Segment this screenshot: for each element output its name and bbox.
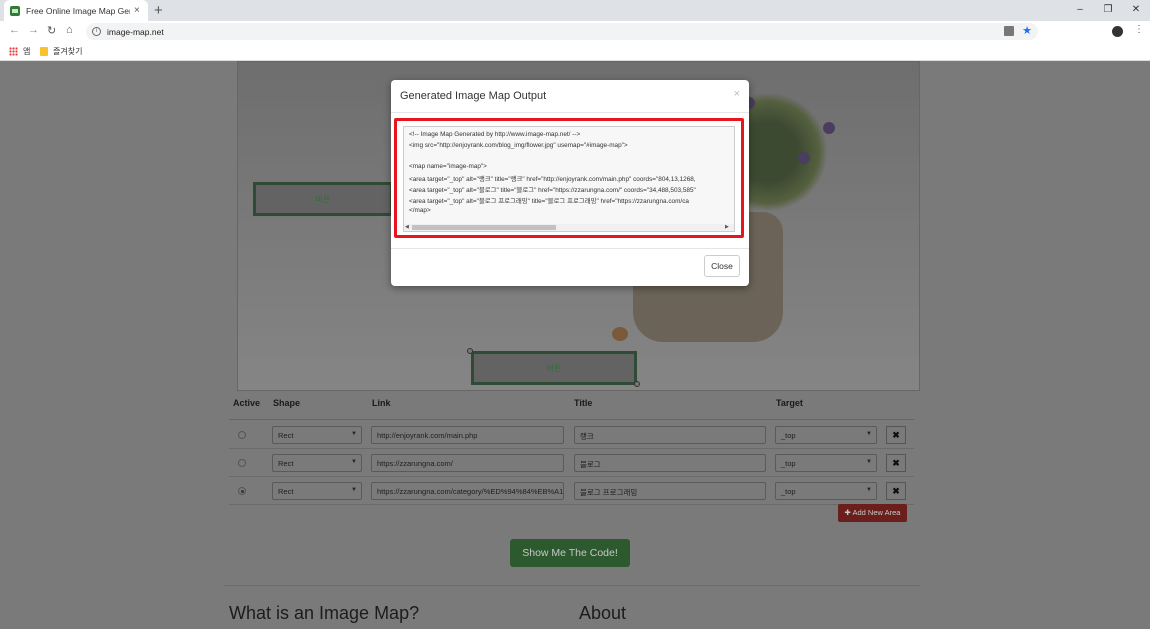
new-tab-button[interactable]: + [154, 2, 163, 19]
bookmarks-bar: 앱 즐겨찾기 [0, 42, 1150, 61]
shape-select[interactable]: Rect ▼ [272, 454, 362, 472]
title-input[interactable]: 랭크 [574, 426, 766, 444]
bookmark-star-icon[interactable]: ★ [1022, 24, 1032, 37]
map-area-box[interactable]: 버튼 [253, 182, 393, 216]
scrollbar-thumb[interactable] [412, 225, 556, 230]
site-favicon-icon [10, 5, 20, 16]
table-header: Active Shape Link Title Target [229, 398, 914, 420]
delete-area-button[interactable]: ✖ [886, 426, 906, 444]
code-line: <area target="_top" alt="블로그" title="블로그… [409, 187, 696, 194]
modal-footer-divider [391, 248, 749, 249]
shell-image [612, 327, 628, 341]
title-input[interactable]: 블로그 프로그래밍 [574, 482, 766, 500]
reload-icon[interactable]: ↻ [47, 24, 56, 37]
scroll-right-icon[interactable]: ▶ [725, 224, 729, 230]
target-select[interactable]: _top ▼ [775, 426, 877, 444]
code-line: <area target="_top" alt="랭크" title="랭크" … [409, 176, 696, 183]
code-line: </map> [409, 207, 431, 214]
resize-handle[interactable] [634, 381, 640, 387]
caret-down-icon: ▼ [866, 431, 872, 437]
shape-select[interactable]: Rect ▼ [272, 426, 362, 444]
header-link: Link [372, 398, 391, 408]
browser-menu-icon[interactable]: ⋮ [1134, 24, 1144, 35]
header-active: Active [233, 398, 261, 408]
target-select[interactable]: _top ▼ [775, 454, 877, 472]
active-radio[interactable] [238, 487, 246, 495]
show-code-button[interactable]: Show Me The Code! [510, 539, 630, 567]
browser-tab[interactable]: Free Online Image Map Generator × [4, 0, 148, 21]
header-title: Title [574, 398, 593, 408]
resize-handle[interactable] [467, 348, 473, 354]
translate-icon[interactable] [1004, 26, 1014, 36]
modal-header: Generated Image Map Output × [391, 80, 749, 113]
header-shape: Shape [273, 398, 301, 408]
output-modal: Generated Image Map Output × <!-- Image … [391, 80, 749, 286]
profile-avatar-icon[interactable] [1112, 26, 1123, 37]
caret-down-icon: ▼ [866, 459, 872, 465]
about-heading: About [579, 603, 627, 623]
map-area-label: 버튼 [546, 363, 562, 373]
home-icon[interactable]: ⌂ [66, 24, 73, 36]
map-area-label: 버튼 [315, 194, 331, 204]
code-line: <img src="http://enjoyrank.com/blog_img/… [409, 142, 628, 149]
add-new-area-button[interactable]: ✚ Add New Area [838, 504, 907, 522]
link-input[interactable]: http://enjoyrank.com/main.php [371, 426, 564, 444]
tab-bar: Free Online Image Map Generator × + – ❐ … [0, 0, 1150, 21]
link-input[interactable]: https://zzarungna.com/category/%ED%94%84… [371, 482, 564, 500]
code-line: <!-- Image Map Generated by http://www.i… [409, 131, 581, 138]
flower-image [798, 152, 810, 164]
title-input[interactable]: 블로그 [574, 454, 766, 472]
active-radio[interactable] [238, 431, 246, 439]
modal-title: Generated Image Map Output [400, 90, 547, 102]
apps-grid-icon[interactable] [9, 47, 18, 56]
code-line: <map name="image-map"> [409, 163, 487, 170]
caret-down-icon: ▼ [866, 487, 872, 493]
link-input[interactable]: https://zzarungna.com/ [371, 454, 564, 472]
header-target: Target [776, 398, 803, 408]
table-row: Rect ▼ https://zzarungna.com/category/%ED… [229, 477, 914, 505]
code-output-textarea[interactable]: <!-- Image Map Generated by http://www.i… [403, 126, 735, 232]
window-controls: – ❐ ✕ [1066, 0, 1150, 21]
modal-close-icon[interactable]: × [734, 88, 740, 100]
caret-down-icon: ▼ [351, 487, 357, 493]
code-line: <area target="_top" alt="블로그 프로그래밍" titl… [409, 198, 689, 205]
minimize-button[interactable]: – [1066, 0, 1094, 21]
apps-label[interactable]: 앱 [23, 46, 30, 57]
code-highlight-frame: <!-- Image Map Generated by http://www.i… [394, 118, 744, 238]
caret-down-icon: ▼ [351, 431, 357, 437]
forward-icon[interactable]: → [28, 24, 39, 36]
flower-image [823, 122, 835, 134]
close-button[interactable]: Close [704, 255, 740, 277]
favorites-folder[interactable]: 즐겨찾기 [53, 46, 82, 57]
divider [224, 585, 920, 586]
tab-title: Free Online Image Map Generator [26, 5, 130, 16]
address-bar[interactable]: i image-map.net ★ [86, 23, 1038, 40]
tab-close-icon[interactable]: × [134, 5, 140, 16]
restore-button[interactable]: ❐ [1094, 0, 1122, 21]
browser-toolbar: ← → ↻ ⌂ i image-map.net ★ ⋮ [0, 21, 1150, 42]
shape-select[interactable]: Rect ▼ [272, 482, 362, 500]
delete-area-button[interactable]: ✖ [886, 482, 906, 500]
active-radio[interactable] [238, 459, 246, 467]
scroll-left-icon[interactable]: ◀ [405, 224, 409, 230]
what-is-heading: What is an Image Map? [229, 603, 420, 623]
target-select[interactable]: _top ▼ [775, 482, 877, 500]
table-row: Rect ▼ http://enjoyrank.com/main.php 랭크 _… [229, 421, 914, 449]
horizontal-scrollbar[interactable]: ◀ ▶ [404, 224, 734, 231]
url-text: image-map.net [107, 26, 164, 37]
delete-area-button[interactable]: ✖ [886, 454, 906, 472]
folder-icon [40, 47, 48, 56]
close-window-button[interactable]: ✕ [1122, 0, 1150, 21]
caret-down-icon: ▼ [351, 459, 357, 465]
back-icon[interactable]: ← [9, 24, 20, 36]
map-area-box[interactable]: 버튼 [471, 351, 637, 385]
site-info-icon[interactable]: i [92, 27, 101, 36]
table-row: Rect ▼ https://zzarungna.com/ 블로그 _top ▼ ✖ [229, 449, 914, 477]
